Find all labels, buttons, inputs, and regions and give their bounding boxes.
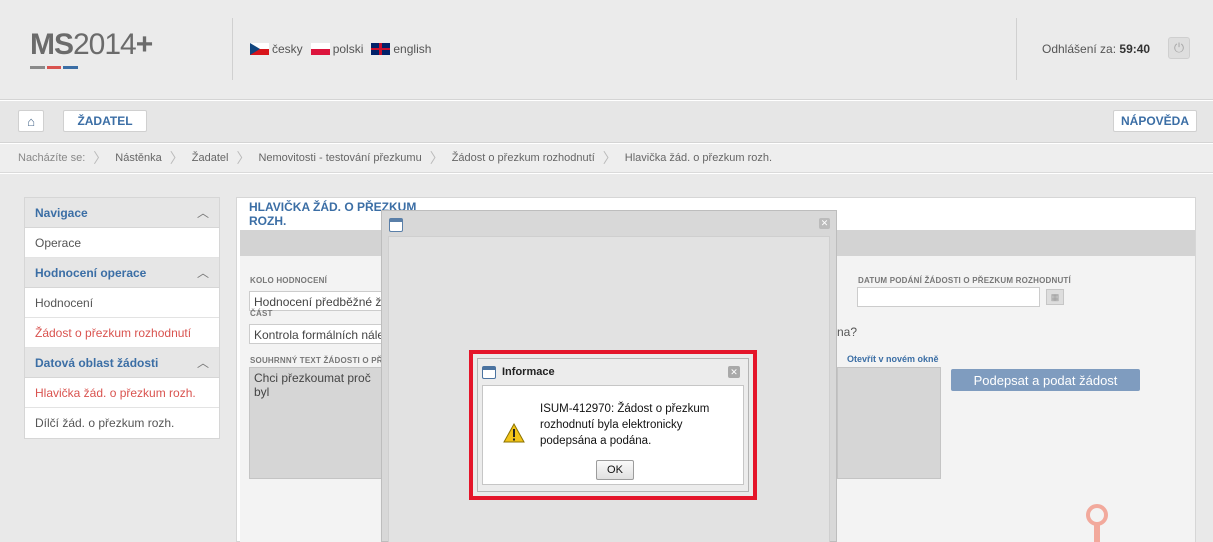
logo-stripes [30, 66, 79, 69]
lang-english[interactable]: english [371, 42, 431, 56]
cz-flag-icon [250, 43, 269, 55]
sidebar-item-zadost-o-prezkum[interactable]: Žádost o přezkum rozhodnutí [25, 318, 219, 348]
logout-label: Odhlášení za: [1042, 42, 1117, 56]
dialog-message: ISUM-412970: Žádost o přezkum rozhodnutí… [540, 403, 710, 447]
calendar-icon[interactable]: ▦ [1046, 289, 1064, 305]
breadcrumb-lead: Nacházíte se: [18, 152, 86, 164]
open-new-window-link[interactable]: Otevřít v novém okně [847, 354, 939, 364]
window-icon [389, 218, 403, 232]
breadcrumb-item[interactable]: Žádost o přezkum rozhodnutí [452, 152, 595, 164]
sidebar-item-hlavicka[interactable]: Hlavička žád. o přezkum rozh. [25, 378, 219, 408]
info-dialog: Informace ✕ ISUM-412970: Žádost o přezku… [477, 358, 749, 492]
home-icon: ⌂ [27, 113, 35, 129]
sidebar: Navigace ︿ Operace Hodnocení operace ︿ H… [24, 197, 220, 439]
gb-flag-icon [371, 43, 391, 55]
sidebar-item-operace[interactable]: Operace [25, 228, 219, 258]
sidebar-section-navigace[interactable]: Navigace ︿ [25, 198, 219, 228]
header-divider [1016, 18, 1017, 80]
home-button[interactable]: ⌂ [18, 110, 44, 132]
app-logo[interactable]: MS2014+ [30, 28, 153, 62]
sidebar-section-title: Datová oblast žádosti [35, 355, 159, 370]
breadcrumb-separator-icon: 〉 [169, 150, 184, 166]
top-header: MS2014+ česky polski english Odhlášení z… [0, 0, 1213, 100]
sidebar-section-hodnoceni-operace[interactable]: Hodnocení operace ︿ [25, 258, 219, 288]
chevron-up-icon[interactable]: ︿ [197, 264, 209, 281]
breadcrumb-separator-icon: 〉 [236, 150, 251, 166]
lang-polski[interactable]: polski [310, 42, 364, 56]
logout-time: 59:40 [1119, 42, 1151, 56]
kolo-field[interactable]: Hodnocení předběžné žádo [249, 291, 389, 311]
cast-label: ČÁST [250, 309, 273, 318]
breadcrumb-separator-icon: 〉 [602, 150, 617, 166]
datum-label: DATUM PODÁNÍ ŽÁDOSTI O PŘEZKUM ROZHODNUT… [858, 276, 1071, 285]
sign-submit-button[interactable]: Podepsat a podat žádost [951, 369, 1140, 391]
datum-field[interactable] [857, 287, 1040, 307]
lang-label: česky [272, 42, 303, 56]
zadatel-button[interactable]: ŽADATEL [63, 110, 147, 132]
sidebar-item-dilci[interactable]: Dílčí žád. o přezkum rozh. [25, 408, 219, 438]
breadcrumb-separator-icon: 〉 [93, 150, 108, 166]
lang-label: english [393, 42, 432, 56]
dialog-header: Informace [478, 359, 748, 385]
kolo-label: KOLO HODNOCENÍ [250, 276, 328, 285]
header-divider [232, 18, 233, 80]
breadcrumb-item[interactable]: Nástěnka [115, 152, 161, 164]
location-pin-icon [1086, 504, 1108, 542]
warning-icon [503, 423, 525, 443]
sidebar-section-title: Navigace [35, 205, 88, 220]
breadcrumb-item[interactable]: Nemovitosti - testování přezkumu [258, 152, 421, 164]
souhrn-textarea[interactable]: Chci přezkoumat proč byl [249, 367, 389, 479]
souhrn-label: SOUHRNNÝ TEXT ŽÁDOSTI O PŘEZ [250, 356, 394, 365]
breadcrumb-separator-icon: 〉 [429, 150, 444, 166]
close-icon[interactable]: ✕ [819, 218, 830, 229]
pl-flag-icon [310, 43, 330, 55]
right-textarea[interactable] [837, 367, 941, 479]
partial-question-text: na? [837, 325, 858, 339]
close-icon[interactable]: ✕ [728, 366, 740, 378]
cast-field[interactable]: Kontrola formálních náleži [249, 324, 389, 344]
dialog-body: ISUM-412970: Žádost o přezkum rozhodnutí… [482, 385, 744, 485]
logout-button[interactable]: ⏻ [1168, 37, 1190, 59]
breadcrumb-item-current: Hlavička žád. o přezkum rozh. [624, 152, 773, 164]
power-icon: ⏻ [1173, 40, 1185, 55]
language-switcher: česky polski english [250, 42, 431, 56]
sidebar-item-hodnoceni[interactable]: Hodnocení [25, 288, 219, 318]
lang-cesky[interactable]: česky [250, 42, 303, 56]
help-button[interactable]: NÁPOVĚDA [1113, 110, 1197, 132]
breadcrumb-item[interactable]: Žadatel [192, 152, 229, 164]
dialog-title: Informace [502, 366, 555, 378]
window-icon [482, 365, 496, 379]
lang-label: polski [332, 42, 364, 56]
ok-button[interactable]: OK [596, 460, 634, 480]
chevron-up-icon[interactable]: ︿ [197, 354, 209, 371]
chevron-up-icon[interactable]: ︿ [197, 204, 209, 221]
sidebar-section-datova-oblast[interactable]: Datová oblast žádosti ︿ [25, 348, 219, 378]
logout-timer: Odhlášení za: 59:40 [1042, 42, 1150, 56]
sidebar-section-title: Hodnocení operace [35, 265, 147, 280]
breadcrumb: Nacházíte se: 〉 Nástěnka 〉 Žadatel 〉 Nem… [0, 144, 1213, 173]
main-navbar: ⌂ ŽADATEL NÁPOVĚDA [0, 101, 1213, 143]
